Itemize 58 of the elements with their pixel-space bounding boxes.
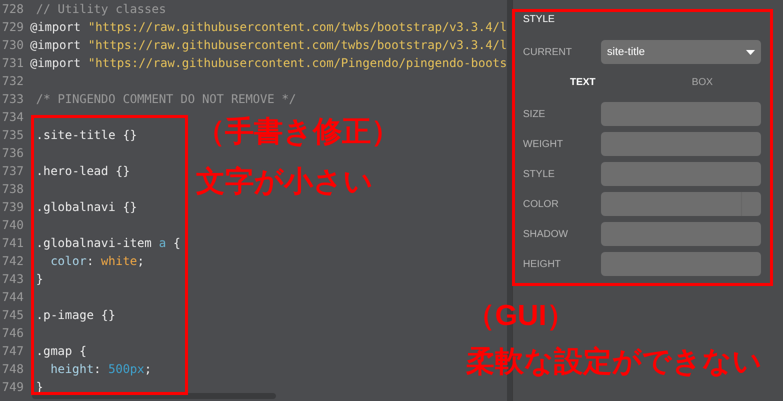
code-line: .globalnavi-item a { (35, 235, 181, 252)
code-line: @import "https://raw.githubusercontent.com/Pingendo/pingendo-boots (29, 55, 507, 72)
line-number: 737 (1, 163, 25, 180)
input-field[interactable] (601, 162, 761, 186)
annotation-text: （GUI） (466, 299, 577, 334)
line-number: 747 (1, 343, 25, 360)
line-number: 748 (1, 361, 25, 378)
code-line: .p-image {} (35, 307, 116, 324)
line-number: 745 (1, 307, 25, 324)
input-field[interactable] (601, 252, 761, 276)
line-number: 736 (1, 145, 25, 162)
field-label: SHADOW (523, 228, 569, 242)
annotation-text: 柔軟な設定ができない (466, 344, 762, 380)
input-field[interactable] (601, 222, 761, 246)
dropdown-caret-icon (746, 50, 755, 54)
line-number: 732 (1, 73, 25, 90)
field-label: COLOR (523, 198, 560, 212)
line-number: 740 (1, 217, 25, 234)
field-label: STYLE (523, 168, 556, 182)
annotation-text: （手書き修正） (196, 115, 400, 150)
line-number: 734 (1, 109, 25, 126)
line-number: 749 (1, 379, 25, 396)
code-line: @import "https://raw.githubusercontent.com/twbs/bootstrap/v3.3.4/l (29, 37, 507, 54)
code-line: .globalnavi {} (35, 199, 138, 216)
field-label: SIZE (523, 108, 546, 122)
field-label: HEIGHT (523, 258, 562, 272)
line-number: 731 (1, 55, 25, 72)
panel-tab[interactable]: TEXT (523, 72, 642, 92)
code-line: .site-title {} (35, 127, 138, 144)
input-field[interactable] (601, 132, 761, 156)
color-field[interactable] (601, 192, 761, 216)
line-number: 742 (1, 253, 25, 270)
line-number: 743 (1, 271, 25, 288)
code-line: @import "https://raw.githubusercontent.com/twbs/bootstrap/v3.3.4/l (29, 19, 507, 36)
input-field[interactable] (601, 102, 761, 126)
panel-title: STYLE (523, 14, 556, 26)
line-number: 735 (1, 127, 25, 144)
line-number: 739 (1, 199, 25, 216)
line-number: 746 (1, 325, 25, 342)
code-line: // Utility classes (35, 1, 166, 18)
line-number: 733 (1, 91, 25, 108)
line-number: 738 (1, 181, 25, 198)
panel-tab[interactable]: BOX (642, 72, 762, 92)
line-number: 729 (1, 19, 25, 36)
current-select[interactable]: site-title (601, 40, 761, 64)
annotation-text: 文字が小さい (196, 164, 374, 200)
code-line: .hero-lead {} (35, 163, 130, 180)
code-line: height: 500px; (49, 361, 152, 378)
code-line: /* PINGENDO COMMENT DO NOT REMOVE */ (35, 91, 296, 108)
code-line: color: white; (49, 253, 144, 270)
line-number: 744 (1, 289, 25, 306)
field-label: CURRENT (523, 46, 573, 60)
line-number: 728 (1, 1, 25, 18)
field-label: WEIGHT (523, 138, 564, 152)
line-number: 730 (1, 37, 25, 54)
code-line: } (35, 271, 44, 288)
line-number: 741 (1, 235, 25, 252)
code-line: .gmap { (35, 343, 87, 360)
